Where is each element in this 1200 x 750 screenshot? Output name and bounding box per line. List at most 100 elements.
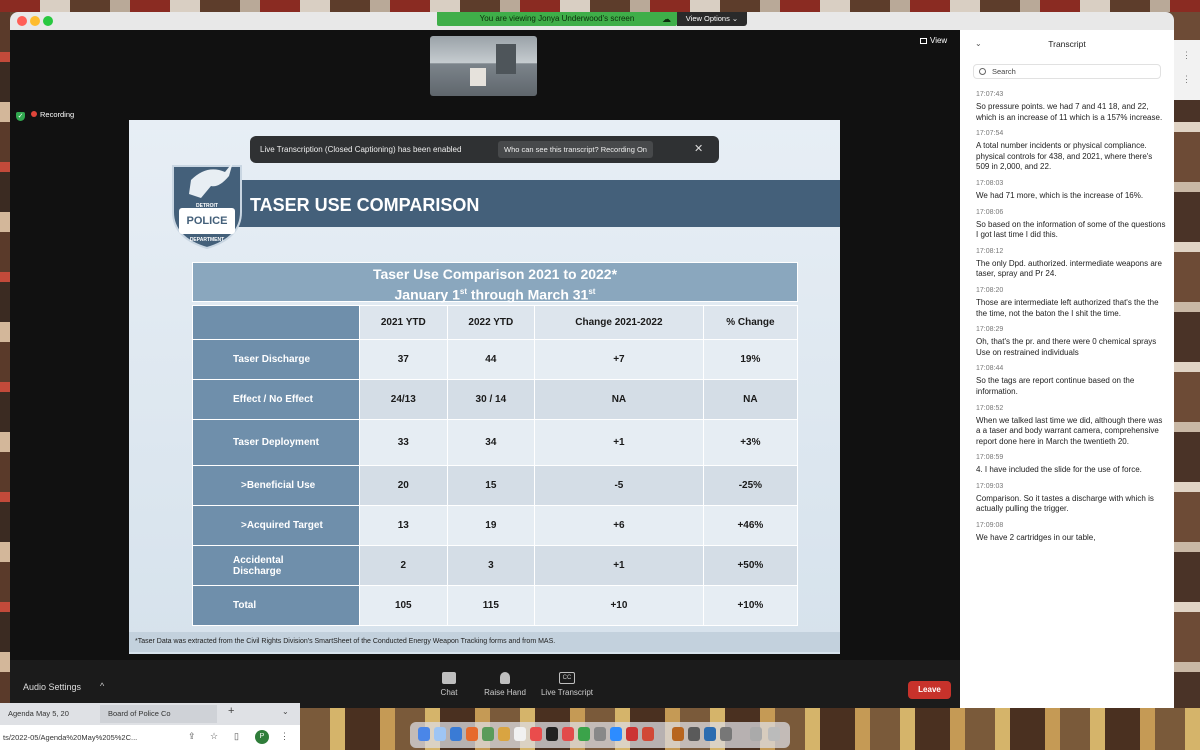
acrobat-icon[interactable]	[626, 727, 638, 741]
browser-tab-board[interactable]: Board of Police Co	[100, 705, 217, 723]
table-cell: +3%	[702, 419, 799, 466]
chat-label: Chat	[440, 688, 458, 697]
table-cell: 44	[446, 339, 536, 380]
bookmark-star-icon[interactable]: ☆	[210, 731, 218, 742]
downloads-folder-icon[interactable]	[750, 727, 762, 741]
transcript-entry: 17:07:43 So pressure points. we had 7 and…	[976, 89, 1166, 123]
transcript-text: A total number incidents or physical com…	[976, 141, 1153, 172]
live-transcription-banner: Live Transcription (Closed Captioning) h…	[250, 136, 719, 163]
table-cell: 24/13	[359, 379, 448, 420]
table-cell: NA	[702, 379, 799, 420]
maximize-window-button[interactable]	[43, 16, 53, 26]
table-cell: NA	[534, 379, 704, 420]
address-bar-icons: ⇪ ☆ ▯ ⋮	[188, 729, 300, 747]
menu-icon[interactable]: ⋮	[280, 731, 289, 742]
preview-icon[interactable]	[688, 727, 700, 741]
finder-icon[interactable]	[418, 727, 430, 741]
transcript-text: Oh, that's the pr. and there were 0 chem…	[976, 337, 1157, 357]
news-icon[interactable]	[562, 727, 574, 741]
transcript-entry: 17:08:52 When we talked last time we did,…	[976, 403, 1166, 448]
sidebar-icon[interactable]: ▯	[234, 731, 239, 742]
security-shield-icon: ✓	[16, 112, 25, 121]
title-bar: You are viewing Jonya Underwood's screen…	[10, 12, 1174, 30]
audio-options-caret-icon[interactable]: ^	[100, 681, 104, 691]
dictionary-icon[interactable]	[672, 727, 684, 741]
maps-icon[interactable]	[482, 727, 494, 741]
table-title-line2: January 1st through March 31st	[394, 286, 596, 303]
launchpad-icon[interactable]	[434, 727, 446, 741]
table-row: >Beneficial Use 20 15 -5 -25%	[192, 465, 799, 506]
trash-icon[interactable]	[768, 727, 780, 741]
notes-icon[interactable]	[498, 727, 510, 741]
transcript-search-input[interactable]: Search	[973, 64, 1161, 79]
audio-settings-button[interactable]: Audio Settings	[23, 682, 81, 692]
transcript-timestamp: 17:09:08	[976, 522, 1004, 530]
table-cell: 105	[359, 585, 448, 626]
transcript-text: So pressure points. we had 7 and 41 18, …	[976, 102, 1163, 122]
transcript-text: We had 71 more, which is the increase of…	[976, 190, 1144, 200]
data-table: 2021 YTD 2022 YTD Change 2021-2022 % Cha…	[192, 305, 799, 626]
close-window-button[interactable]	[17, 16, 27, 26]
transcript-entry: 17:08:20 Those are intermediate left auth…	[976, 285, 1166, 319]
settings-icon[interactable]	[594, 727, 606, 741]
word-icon[interactable]	[704, 727, 716, 741]
calendar-icon[interactable]	[514, 727, 526, 741]
chat-bubble-icon	[442, 672, 456, 684]
slide-title: TASER USE COMPARISON	[250, 195, 480, 215]
tv-icon[interactable]	[546, 727, 558, 741]
live-transcript-button[interactable]: CC Live Transcript	[538, 672, 596, 697]
table-cell: -25%	[702, 465, 799, 506]
participant-video-thumbnail[interactable]	[430, 36, 537, 96]
thumbnail-box	[470, 68, 486, 86]
transcript-text: The only Dpd. authorized. intermediate w…	[976, 258, 1162, 279]
browser-window: Agenda May 5, 20 Board of Police Co + ⌄ …	[0, 703, 300, 750]
table-title: Taser Use Comparison 2021 to 2022* Janua…	[192, 262, 798, 303]
view-options-button[interactable]: View Options ⌄	[677, 12, 747, 26]
recording-indicator[interactable]: ✓ Recording	[16, 110, 74, 121]
chrome-icon[interactable]	[578, 727, 590, 741]
column-header: 2021 YTD	[359, 305, 448, 340]
new-tab-button[interactable]: +	[228, 705, 234, 717]
browser-tab-agenda[interactable]: Agenda May 5, 20	[0, 705, 100, 723]
transcript-text: 4. I have included the slide for the use…	[976, 465, 1142, 475]
logo-text-department: DEPARTMENT	[190, 237, 224, 243]
table-cell: +50%	[702, 545, 799, 586]
share-icon[interactable]: ⇪	[188, 731, 196, 742]
raise-hand-label: Raise Hand	[484, 688, 526, 697]
mail-icon[interactable]	[642, 727, 654, 741]
firefox-icon[interactable]	[466, 727, 478, 741]
transcript-text: So the tags are report continue based on…	[976, 376, 1135, 396]
more-options-icon[interactable]: ⋮	[1182, 74, 1191, 85]
avatar[interactable]: P	[255, 730, 269, 744]
chat-button[interactable]: Chat	[438, 672, 460, 697]
music-icon[interactable]	[530, 727, 542, 741]
transcript-timestamp: 17:08:44	[976, 365, 1004, 373]
table-cell: 19%	[702, 339, 799, 380]
column-header: 2022 YTD	[446, 305, 536, 340]
transcript-list[interactable]: 17:07:43 So pressure points. we had 7 and…	[976, 89, 1166, 549]
row-label: Total	[192, 585, 360, 626]
zoom-icon[interactable]	[610, 727, 622, 741]
transcript-text: So based on the information of some of t…	[976, 219, 1166, 240]
table-row: >Acquired Target 13 19 +6 +46%	[192, 505, 799, 546]
close-banner-icon[interactable]: ✕	[694, 136, 703, 163]
table-cell: +1	[534, 545, 704, 586]
leave-button[interactable]: Leave	[908, 681, 951, 699]
taser-comparison-table: Taser Use Comparison 2021 to 2022* Janua…	[192, 262, 799, 626]
row-label: Taser Deployment	[192, 419, 360, 466]
transcript-entry: 17:08:44 So the tags are report continue …	[976, 363, 1166, 397]
desktop-background-right	[1174, 12, 1200, 708]
minimize-window-button[interactable]	[30, 16, 40, 26]
screenshot-icon[interactable]	[720, 727, 732, 741]
more-options-icon[interactable]: ⋮	[1182, 50, 1191, 61]
who-can-see-transcript-button[interactable]: Who can see this transcript? Recording O…	[498, 141, 653, 158]
app-store-icon[interactable]	[450, 727, 462, 741]
table-cell: 13	[359, 505, 448, 546]
row-label: Effect / No Effect	[192, 379, 360, 420]
tab-list-caret-icon[interactable]: ⌄	[282, 707, 289, 716]
live-transcript-label: Live Transcript	[540, 688, 594, 697]
table-cell: 34	[446, 419, 536, 466]
view-button[interactable]: View	[920, 36, 947, 45]
raise-hand-button[interactable]: Raise Hand	[481, 672, 529, 697]
table-row: Taser Deployment 33 34 +1 +3%	[192, 419, 799, 466]
